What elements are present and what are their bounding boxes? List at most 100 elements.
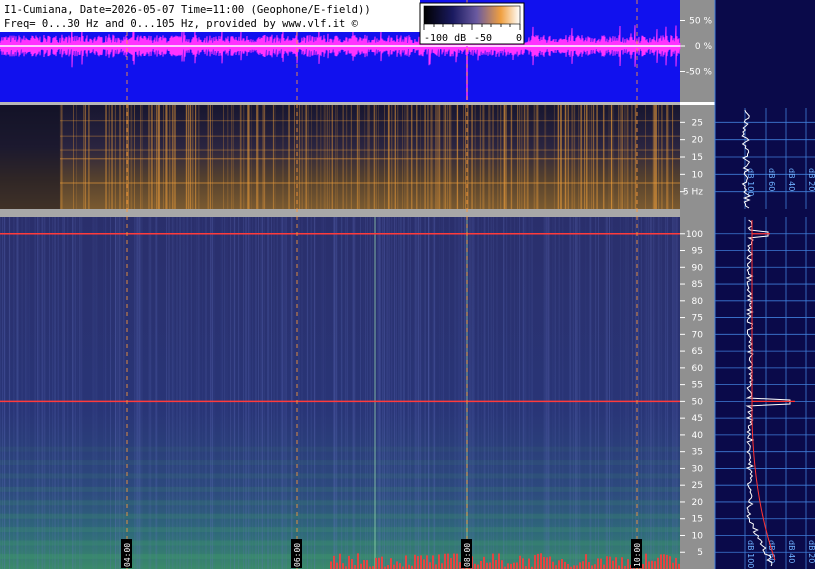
spectrogram-high-noise (441, 563, 443, 569)
band-power-tick-label: dB 20 (807, 168, 815, 191)
spectrogram-high-noise (555, 565, 557, 569)
band-power-tick-label: dB 100 (746, 168, 755, 196)
band-power-tick-label: dB 40 (787, 540, 796, 563)
colorbar-gradient (423, 5, 521, 25)
spectrogram-high-noise (390, 558, 392, 569)
spectrogram-high-tick-label: 10 (692, 531, 704, 541)
spectrogram-high-tick-label: 90 (692, 263, 704, 273)
spectrogram-high-noise (516, 562, 518, 569)
spectrogram-high-noise (393, 564, 395, 569)
spectrogram-high-noise (492, 553, 494, 569)
spectrogram-high-noise (678, 563, 680, 569)
spectrogram-high-noise (603, 564, 605, 569)
spectrogram-high-noise (330, 561, 332, 569)
spectrogram-high-noise (642, 563, 644, 569)
spectrogram-low-tick-label: 5 Hz (683, 188, 703, 198)
spectrogram-high-noise (480, 561, 482, 569)
spectrogram-low-tick-label: 20 (692, 136, 704, 146)
spectrogram-high-noise (501, 560, 503, 569)
spectrogram-high-tick-label: 15 (692, 515, 703, 525)
spectrogram-high-noise (378, 557, 380, 569)
spectrogram-high-noise (459, 562, 461, 569)
spectrogram-high-noise (420, 555, 422, 569)
spectrogram-high-noise (417, 556, 419, 569)
header-line2: Freq= 0...30 Hz and 0...105 Hz, provided… (4, 18, 359, 30)
spectrogram-high-noise (519, 555, 521, 569)
spectrogram-high-noise (585, 554, 587, 569)
spectrogram-high-noise (663, 554, 665, 569)
spectrogram-high-noise (510, 563, 512, 569)
spectrogram-high-noise (618, 565, 620, 569)
spectrogram-high-tick-label: 20 (692, 498, 704, 508)
spectrogram-high-noise (447, 553, 449, 569)
spectrogram-high-noise (396, 561, 398, 569)
spectrogram-high-noise (477, 564, 479, 569)
spectrogram-high-noise (423, 559, 425, 569)
spectrogram-high-noise (612, 560, 614, 569)
spectrogram-high-noise (387, 564, 389, 569)
spectrogram-high-band (0, 513, 680, 519)
spectrogram-high-tick-label: 40 (692, 431, 704, 441)
spectrogram-high-noise (627, 559, 629, 569)
spectrogram-high-noise (534, 555, 536, 569)
spectrogram-high-noise (495, 559, 497, 569)
spectrogram-high-noise (573, 565, 575, 569)
spectrogram-high-noise (408, 564, 410, 569)
spectrogram-high-band (0, 540, 680, 546)
spectrogram-high-noise (609, 556, 611, 569)
spectrogram-high-tick-label: 30 (692, 464, 704, 474)
spectrogram-high-noise (405, 555, 407, 569)
spectrogram-high-noise (474, 563, 476, 569)
spectrogram-high-tick-label: 70 (692, 330, 704, 340)
spectrogram-high-tick-label: 60 (692, 364, 704, 374)
spectrogram-high-noise (669, 556, 671, 569)
spectrogram-high-noise (606, 556, 608, 569)
spectrogram-high-noise (543, 556, 545, 569)
spectrogram-high-noise (657, 557, 659, 569)
spectrogram-high-noise (648, 561, 650, 569)
spectrogram-high-noise (615, 557, 617, 569)
spectrogram-high-noise (507, 563, 509, 569)
time-marker-label: 08:00 (463, 543, 472, 567)
spectrogram-high-noise (426, 555, 428, 569)
spectrogram-low-tick-label: 10 (692, 170, 704, 180)
spectrogram-high-noise (486, 562, 488, 569)
spectrogram-high-noise (351, 558, 353, 569)
time-marker-label: 10:00 (633, 543, 642, 567)
spectrogram-high-noise (483, 556, 485, 569)
spectrogram-high-noise (453, 553, 455, 569)
spectrogram-high-noise (363, 560, 365, 569)
spectrogram-high-noise (621, 557, 623, 569)
spectrogram-high-noise (429, 562, 431, 569)
colorbar-label-mid: -50 (474, 33, 492, 44)
spectrogram-high-tick-label: 80 (692, 297, 704, 307)
spectrogram-high-noise (414, 554, 416, 569)
spectrogram-high-noise (645, 553, 647, 569)
spectrogram-high-noise (522, 558, 524, 569)
waveform-tick-label: -50 % (686, 68, 713, 78)
spectrogram-high-noise (357, 553, 359, 569)
spectrogram-high-noise (558, 560, 560, 569)
spectrogram-high-noise (348, 555, 350, 569)
spectrogram-high-tick-label: 95 (692, 247, 703, 257)
spectrogram-high-noise (339, 553, 341, 569)
spectrogram-high-band (0, 527, 680, 533)
spectrogram-high-noise (375, 557, 377, 569)
figure-canvas: 50 % 0 % -50 % 5 Hz 10 15 20 25 5 10 15 20 25 30 35 40 4… (0, 0, 815, 569)
spectrogram-high-noise (672, 562, 674, 569)
spectrogram-high-noise (588, 562, 590, 569)
spectrogram-high-noise (549, 556, 551, 569)
colorbar-label-max: 0 (516, 33, 522, 44)
spectrogram-high-noise (576, 565, 578, 569)
header-line1: I1-Cumiana, Date=2026-05-07 Time=11:00 (… (4, 4, 371, 16)
spectrogram-high-band (0, 500, 680, 506)
spectrogram-high-noise (591, 565, 593, 569)
band-power-tick-label: dB 100 (746, 540, 755, 568)
spectrogram-high-tick-label: 45 (692, 414, 703, 424)
spectrogram-high-noise (564, 561, 566, 569)
spectrogram-high-tick-label: 75 (692, 314, 703, 324)
spectrogram-high-noise (513, 562, 515, 569)
spectrogram-high-noise (360, 563, 362, 569)
spectrogram-high-band (0, 486, 680, 492)
spectrogram-high-noise (432, 555, 434, 569)
